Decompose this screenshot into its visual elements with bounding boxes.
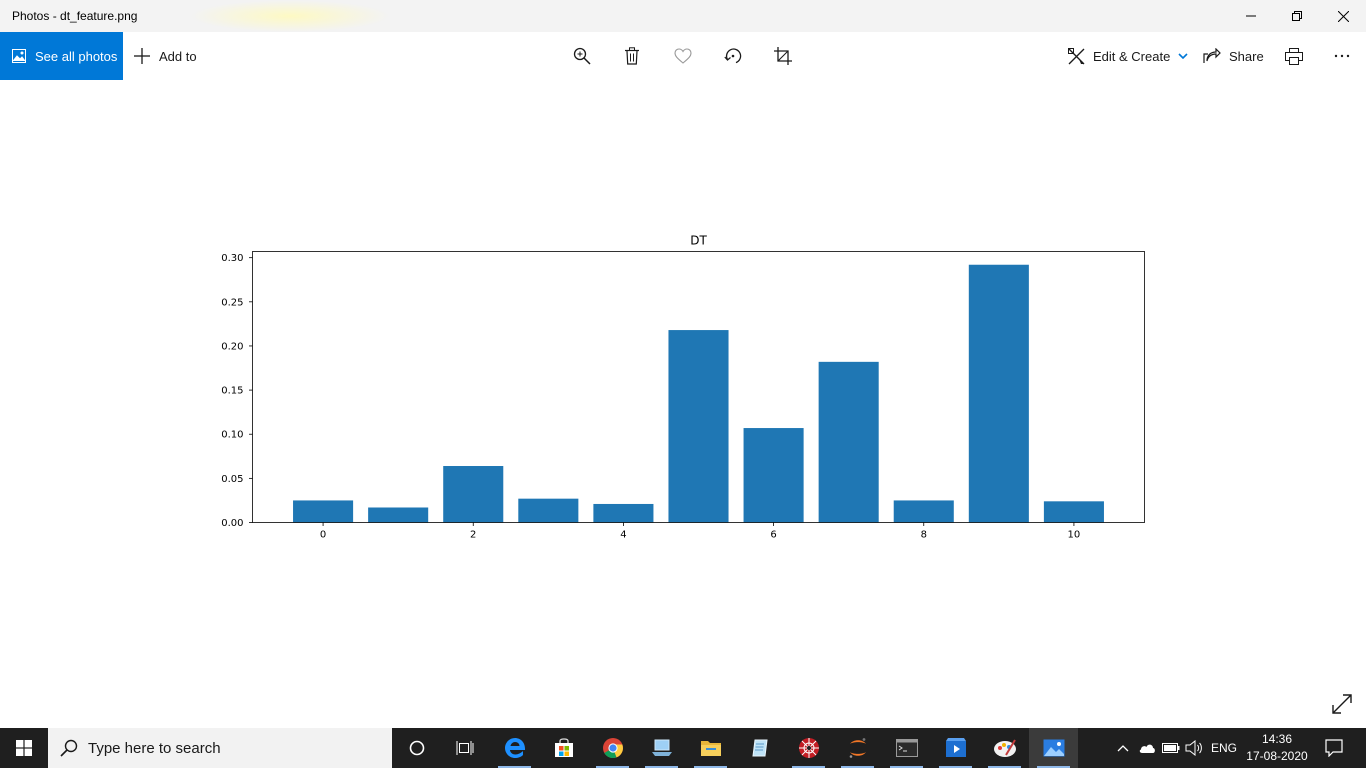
task-view-icon xyxy=(456,741,473,755)
battery-icon xyxy=(1162,743,1180,753)
y-tick-label: 0.20 xyxy=(221,341,243,352)
taskbar: Type here to search ENG 14:36 17-08-2020 xyxy=(0,728,1366,768)
edge-app[interactable] xyxy=(490,728,539,768)
chevron-up-icon xyxy=(1117,745,1129,752)
action-center-button[interactable] xyxy=(1318,728,1350,768)
laptop-app-icon xyxy=(651,739,672,756)
speaker-icon xyxy=(1185,740,1202,756)
file-explorer-icon xyxy=(700,741,721,756)
cortana-icon xyxy=(409,740,424,756)
bar-2 xyxy=(443,466,504,523)
expand-icon xyxy=(1332,694,1352,714)
jupyter-icon xyxy=(849,738,866,758)
bar-4 xyxy=(593,503,654,523)
cloud-icon xyxy=(1139,744,1155,753)
store-app[interactable] xyxy=(539,728,588,768)
chrome-icon xyxy=(602,738,623,759)
cortana-button[interactable] xyxy=(392,728,441,768)
y-tick-label: 0.00 xyxy=(221,518,243,529)
x-tick-label: 4 xyxy=(620,530,626,541)
bar-10 xyxy=(1043,501,1104,523)
bar-7 xyxy=(818,361,879,523)
x-tick-label: 2 xyxy=(470,530,476,541)
bar-1 xyxy=(368,507,429,523)
y-tick-label: 0.30 xyxy=(221,253,243,264)
spider-app[interactable] xyxy=(784,728,833,768)
photos-app[interactable] xyxy=(1029,728,1078,768)
y-tick-label: 0.15 xyxy=(221,386,243,397)
search-box[interactable]: Type here to search xyxy=(48,728,392,768)
terminal-app[interactable] xyxy=(882,728,931,768)
language-label: ENG xyxy=(1210,741,1237,755)
file-explorer-app[interactable] xyxy=(686,728,735,768)
clock-button[interactable]: 14:36 17-08-2020 xyxy=(1244,728,1310,768)
clock-date: 17-08-2020 xyxy=(1246,749,1308,763)
bar-5 xyxy=(668,330,729,523)
store-icon xyxy=(554,738,573,757)
y-tick-label: 0.05 xyxy=(221,474,243,485)
chrome-app[interactable] xyxy=(588,728,637,768)
y-tick-label: 0.10 xyxy=(221,430,243,441)
input-language-button[interactable]: ENG xyxy=(1208,728,1240,768)
edge-icon xyxy=(504,738,525,758)
show-hidden-icons-button[interactable] xyxy=(1112,728,1134,768)
paint-app[interactable] xyxy=(980,728,1029,768)
terminal-icon xyxy=(895,739,918,757)
paint-app-icon xyxy=(993,739,1016,757)
chart-title: DT xyxy=(690,234,707,248)
volume-tray-button[interactable] xyxy=(1183,728,1205,768)
bar-6 xyxy=(743,428,804,523)
windows-icon xyxy=(16,740,32,756)
laptop-app[interactable] xyxy=(637,728,686,768)
battery-tray-button[interactable] xyxy=(1160,728,1182,768)
video-editor-app[interactable] xyxy=(931,728,980,768)
bar-8 xyxy=(893,500,954,523)
photos-icon xyxy=(1043,739,1064,757)
expand-button[interactable] xyxy=(1330,692,1354,716)
search-placeholder: Type here to search xyxy=(88,739,221,757)
task-view-button[interactable] xyxy=(440,728,489,768)
bar-0 xyxy=(293,500,354,523)
clock-time: 14:36 xyxy=(1261,732,1293,746)
search-icon xyxy=(60,739,78,757)
bar-3 xyxy=(518,498,579,523)
y-tick-label: 0.25 xyxy=(221,297,243,308)
bar-9 xyxy=(968,264,1029,523)
x-tick-label: 10 xyxy=(1068,530,1081,541)
notepad-app-icon xyxy=(751,739,768,757)
notepad-app[interactable] xyxy=(735,728,784,768)
x-tick-label: 6 xyxy=(770,530,776,541)
onedrive-tray-button[interactable] xyxy=(1136,728,1158,768)
x-tick-label: 8 xyxy=(921,530,927,541)
spider-app-icon xyxy=(798,738,819,758)
bar-chart: 0 2 4 6 8 10 0.00 0.05 0.10 0.15 0.20 0.25 0.30 DT xyxy=(221,234,1145,541)
start-button[interactable] xyxy=(0,728,48,768)
x-tick-label: 0 xyxy=(320,530,326,541)
notification-icon xyxy=(1325,739,1343,757)
video-editor-icon xyxy=(945,738,966,757)
jupyter-app[interactable] xyxy=(833,728,882,768)
